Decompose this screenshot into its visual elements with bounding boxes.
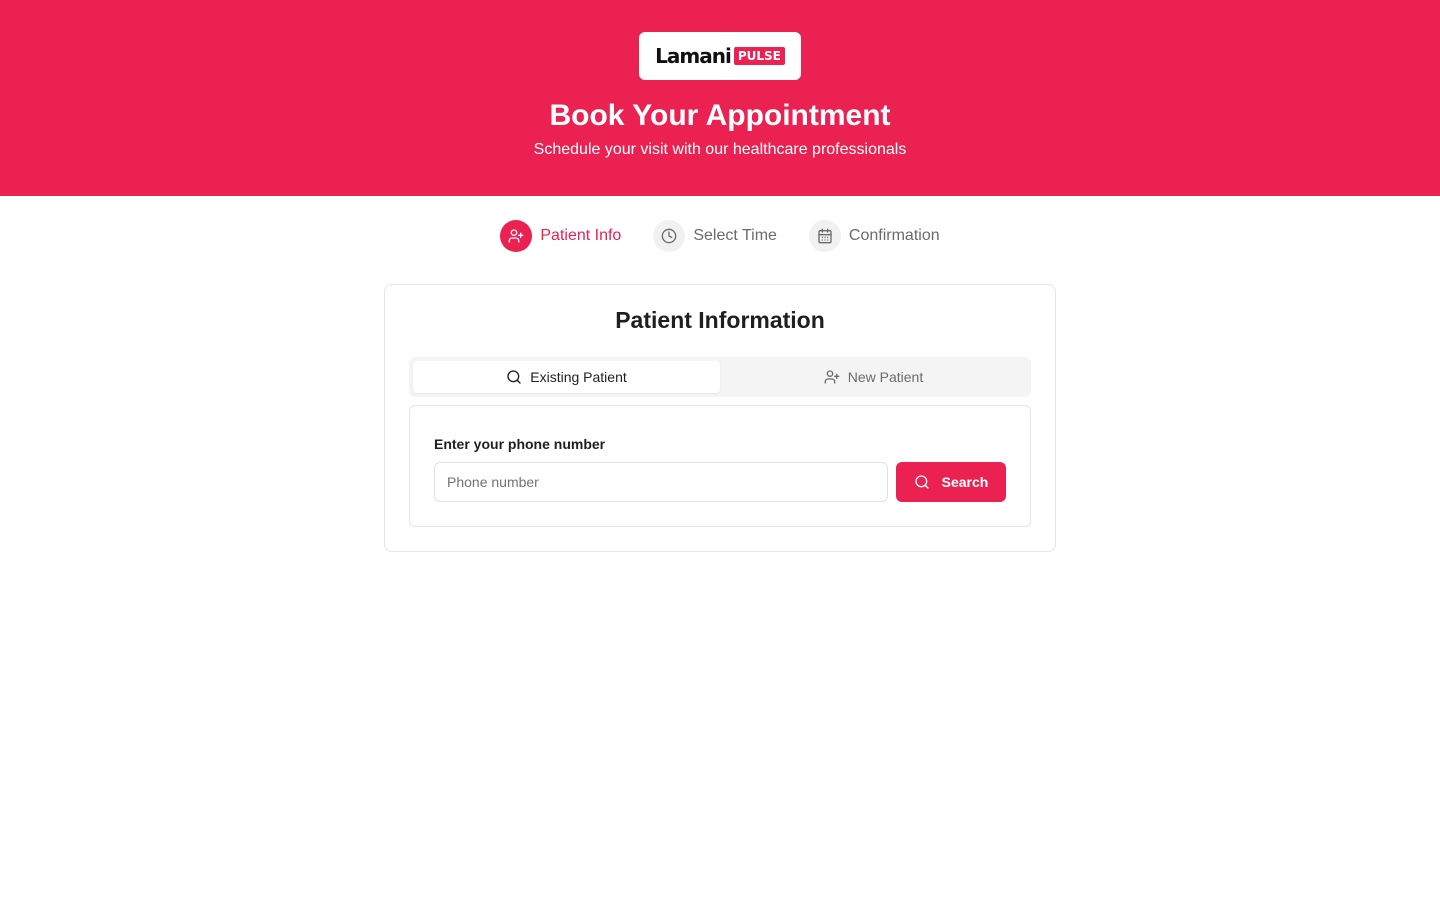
tab-new-patient[interactable]: New Patient bbox=[720, 361, 1027, 393]
logo-badge: PULSE bbox=[733, 47, 785, 65]
search-button-label: Search bbox=[941, 474, 989, 490]
calendar-icon bbox=[808, 220, 841, 252]
user-plus-icon bbox=[824, 369, 840, 385]
hero-banner: Lamani PULSE Book Your Appointment Sched… bbox=[0, 0, 1440, 196]
page-subtitle: Schedule your visit with our healthcare … bbox=[533, 141, 907, 158]
step-label: Confirmation bbox=[848, 227, 940, 244]
clock-icon bbox=[653, 220, 686, 252]
phone-field-label: Enter your phone number bbox=[434, 436, 606, 452]
step-label: Select Time bbox=[693, 227, 777, 244]
search-button[interactable]: Search bbox=[896, 462, 1006, 502]
phone-input[interactable] bbox=[434, 462, 888, 502]
step-select-time: Select Time bbox=[653, 220, 777, 252]
search-icon bbox=[506, 369, 522, 385]
search-icon bbox=[914, 474, 930, 490]
step-confirmation: Confirmation bbox=[808, 220, 940, 252]
tab-label: Existing Patient bbox=[530, 369, 627, 385]
logo-wordmark: Lamani bbox=[655, 44, 732, 68]
patient-type-tabs: Existing Patient New Patient bbox=[409, 357, 1031, 397]
card-title: Patient Information bbox=[615, 307, 825, 333]
page-title: Book Your Appointment bbox=[549, 99, 891, 132]
step-patient-info: Patient Info bbox=[500, 220, 621, 252]
patient-info-card: Patient Information Existing Patient New… bbox=[384, 284, 1056, 552]
brand-logo: Lamani PULSE bbox=[639, 32, 801, 80]
tab-existing-patient[interactable]: Existing Patient bbox=[413, 361, 720, 393]
booking-steps: Patient Info Select Time Confirmation bbox=[0, 220, 1440, 252]
phone-lookup-panel: Enter your phone number Search bbox=[409, 405, 1031, 527]
step-label: Patient Info bbox=[540, 227, 622, 244]
tab-label: New Patient bbox=[847, 369, 924, 385]
user-plus-icon bbox=[500, 220, 533, 252]
